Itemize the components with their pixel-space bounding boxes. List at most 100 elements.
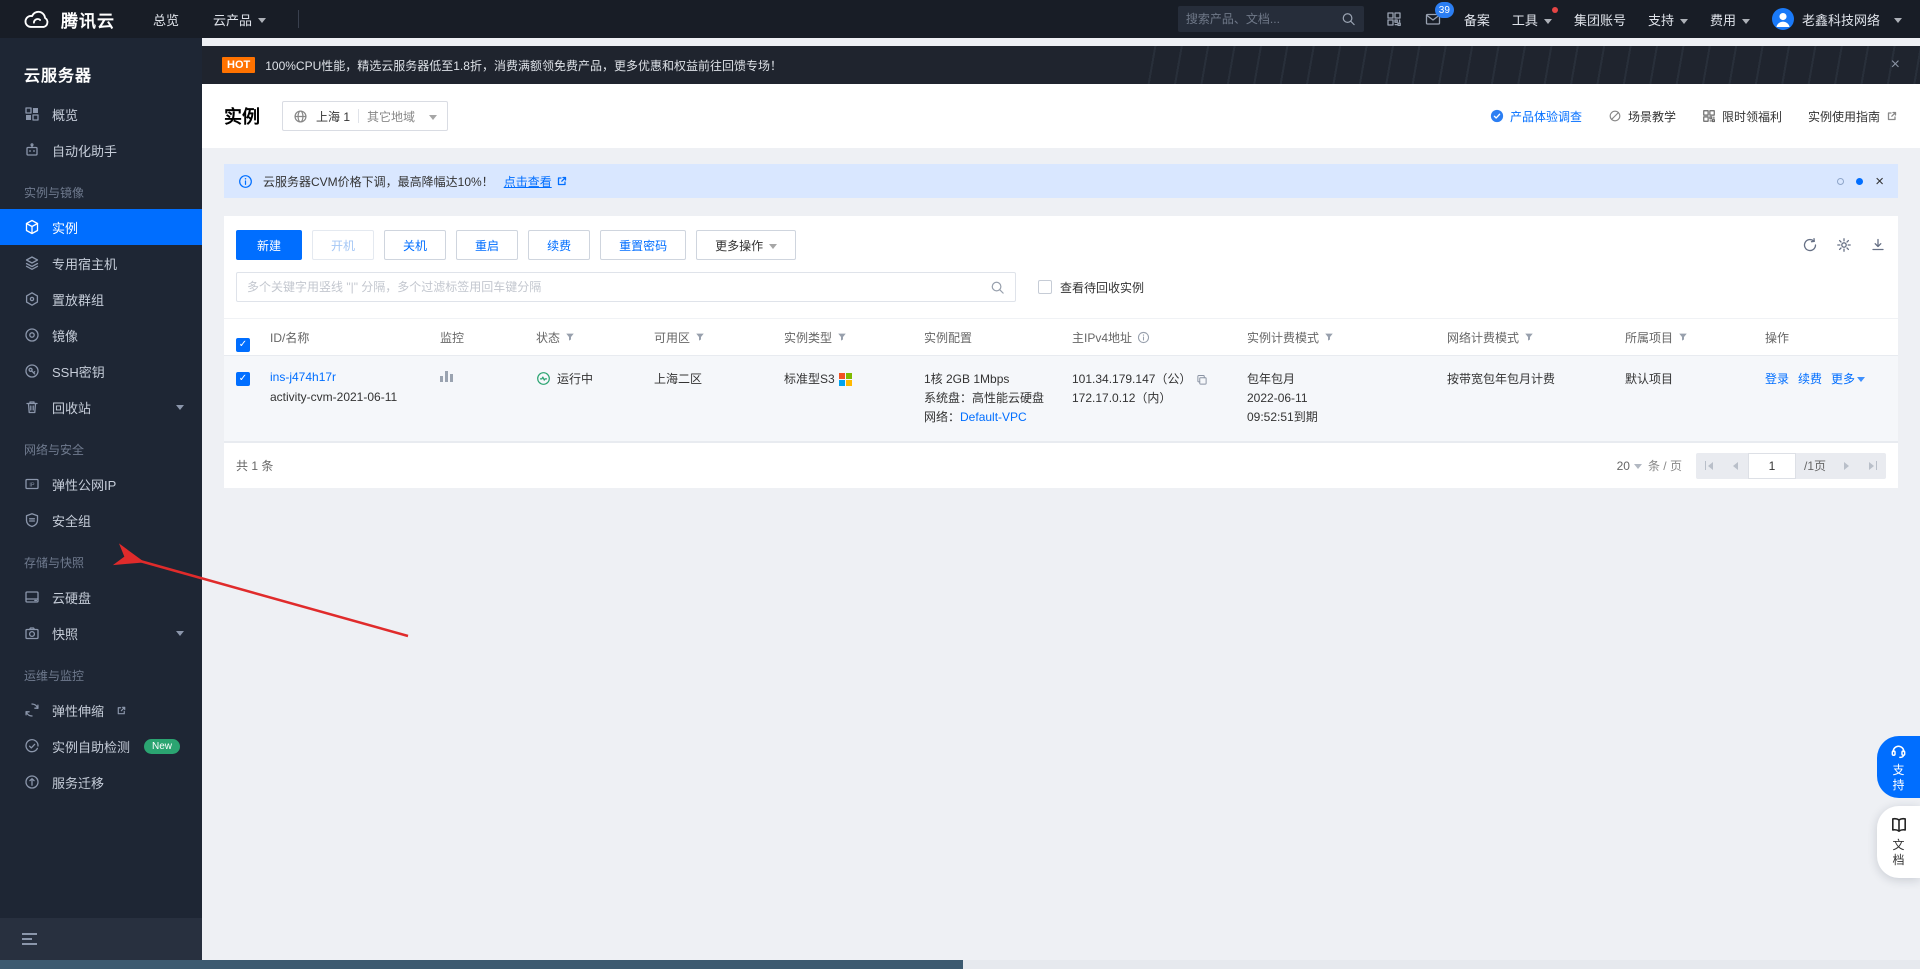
- region-selector[interactable]: 上海 1 其它地域: [282, 101, 449, 131]
- carousel-dot-2[interactable]: [1856, 177, 1864, 185]
- prev-page-button[interactable]: [1722, 453, 1748, 479]
- cell-billing: 包年包月 2022-06-11 09:52:51到期: [1247, 372, 1318, 424]
- nav-billing[interactable]: 费用: [1710, 10, 1750, 29]
- sidebar-collapse-bar[interactable]: [0, 918, 202, 960]
- sidebar-section-instances: 实例与镜像: [24, 186, 85, 200]
- qrcode-icon[interactable]: [1386, 11, 1402, 27]
- sidebar-item-recycle-bin[interactable]: 回收站: [0, 389, 202, 425]
- sidebar-item-self-check[interactable]: 实例自助检测 New: [0, 728, 202, 764]
- external-link-icon: [557, 176, 566, 186]
- instance-filter[interactable]: [236, 272, 1016, 302]
- create-button[interactable]: 新建: [236, 230, 303, 260]
- cube-icon: [25, 219, 39, 235]
- filter-icon[interactable]: [1678, 332, 1688, 342]
- sidebar-item-dedicated-host[interactable]: 专用宿主机: [0, 245, 202, 281]
- power-on-button: 开机: [312, 230, 375, 260]
- chevron-down-icon: [429, 114, 438, 124]
- carousel-dot-1[interactable]: [1837, 177, 1845, 185]
- refresh-icon[interactable]: [1802, 237, 1818, 253]
- info-icon: [239, 174, 252, 188]
- monitor-chart-icon[interactable]: [440, 370, 453, 382]
- nav-support[interactable]: 支持: [1648, 10, 1688, 29]
- chevron-down-icon[interactable]: [176, 404, 184, 414]
- renew-link[interactable]: 续费: [1798, 370, 1822, 387]
- global-search[interactable]: [1177, 6, 1364, 32]
- sidebar-item-snapshots[interactable]: 快照: [0, 615, 202, 651]
- next-page-button[interactable]: [1834, 453, 1860, 479]
- usage-guide-link[interactable]: 实例使用指南: [1808, 108, 1898, 125]
- first-page-button[interactable]: [1696, 453, 1722, 479]
- promo-close-icon[interactable]: ×: [1891, 56, 1900, 74]
- sidebar-item-automation[interactable]: 自动化助手: [0, 132, 202, 168]
- global-search-input[interactable]: [1185, 12, 1341, 26]
- col-network-billing: 网络计费模式: [1447, 329, 1625, 346]
- sidebar-item-migration[interactable]: 服务迁移: [0, 764, 202, 800]
- sidebar-item-security-groups[interactable]: 安全组: [0, 502, 202, 538]
- search-icon[interactable]: [1341, 11, 1356, 27]
- horizontal-scrollbar[interactable]: [0, 960, 1920, 969]
- more-actions-button[interactable]: 更多操作: [696, 230, 797, 260]
- limited-benefit-link[interactable]: 限时领福利: [1702, 108, 1782, 125]
- other-regions[interactable]: 其它地域: [367, 108, 415, 125]
- sidebar-item-ssh-keys[interactable]: SSH密钥: [0, 353, 202, 389]
- notice-close-icon[interactable]: ×: [1875, 173, 1884, 190]
- last-page-button[interactable]: [1860, 453, 1886, 479]
- filter-icon[interactable]: [1524, 332, 1534, 342]
- restart-button[interactable]: 重启: [456, 230, 519, 260]
- tencent-cloud-logo[interactable]: 腾讯云: [22, 7, 115, 32]
- more-link[interactable]: 更多: [1831, 370, 1866, 387]
- sidebar-item-placement-group[interactable]: 置放群组: [0, 281, 202, 317]
- support-float-button[interactable]: 支持: [1877, 736, 1920, 798]
- copy-icon[interactable]: [1196, 374, 1208, 386]
- scrollbar-thumb[interactable]: [0, 960, 963, 969]
- instance-id-link[interactable]: ins-j474h17r: [270, 370, 432, 384]
- sidebar-item-autoscaling[interactable]: 弹性伸缩: [0, 692, 202, 728]
- sidebar-item-cloud-disks[interactable]: 云硬盘: [0, 579, 202, 615]
- search-icon[interactable]: [990, 280, 1005, 295]
- filter-icon[interactable]: [565, 332, 575, 342]
- reset-password-button[interactable]: 重置密码: [600, 230, 687, 260]
- nav-tools[interactable]: 工具: [1512, 6, 1558, 29]
- cloud-logo-icon: [24, 10, 49, 28]
- table-row[interactable]: ✓ ins-j474h17r activity-cvm-2021-06-11 运…: [224, 356, 1898, 442]
- nav-overview[interactable]: 总览: [153, 10, 179, 29]
- row-checkbox[interactable]: ✓: [236, 372, 250, 386]
- filter-icon[interactable]: [837, 332, 847, 342]
- current-page[interactable]: 1: [1747, 452, 1796, 479]
- page-size-select[interactable]: 20 条 / 页: [1617, 457, 1682, 474]
- sidebar-item-eip[interactable]: IP 弹性公网IP: [0, 466, 202, 502]
- nav-group-account[interactable]: 集团账号: [1574, 10, 1626, 29]
- nav-products[interactable]: 云产品: [213, 10, 267, 29]
- recycle-checkbox[interactable]: [1038, 280, 1052, 294]
- vpc-link[interactable]: Default-VPC: [960, 410, 1027, 424]
- scene-teaching-link[interactable]: 场景教学: [1608, 108, 1676, 125]
- download-icon[interactable]: [1870, 237, 1886, 253]
- sidebar-item-instances[interactable]: 实例: [0, 209, 202, 245]
- headset-icon: [1891, 745, 1906, 758]
- shutdown-button[interactable]: 关机: [384, 230, 447, 260]
- sidebar-item-images[interactable]: 镜像: [0, 317, 202, 353]
- notice-view-link[interactable]: 点击查看: [504, 173, 568, 190]
- sidebar: 云服务器 概览 自动化助手 实例与镜像 实例 专用宿主机 置放群组 镜像 SSH…: [0, 38, 202, 969]
- recycle-filter[interactable]: 查看待回收实例: [1038, 279, 1144, 296]
- account-menu[interactable]: 老鑫科技网络: [1771, 8, 1902, 30]
- docs-float-button[interactable]: 文档: [1877, 806, 1920, 878]
- gear-icon[interactable]: [1836, 237, 1852, 253]
- key-icon: [25, 364, 39, 378]
- instance-filter-input[interactable]: [247, 280, 990, 294]
- chevron-down-icon[interactable]: [176, 630, 184, 640]
- disk-icon: [25, 591, 39, 603]
- messages[interactable]: 39: [1424, 2, 1454, 27]
- collapse-sidebar-icon[interactable]: [22, 933, 37, 945]
- sidebar-item-overview[interactable]: 概览: [0, 96, 202, 132]
- info-icon[interactable]: [1137, 331, 1150, 344]
- col-operations: 操作: [1765, 330, 1790, 345]
- survey-link[interactable]: 产品体验调查: [1490, 108, 1582, 125]
- login-link[interactable]: 登录: [1765, 370, 1789, 387]
- col-type: 实例类型: [784, 329, 924, 346]
- filter-icon[interactable]: [695, 332, 705, 342]
- filter-icon[interactable]: [1324, 332, 1334, 342]
- select-all-checkbox[interactable]: ✓: [236, 338, 250, 352]
- renew-button[interactable]: 续费: [528, 230, 591, 260]
- nav-beian[interactable]: 备案: [1464, 10, 1490, 29]
